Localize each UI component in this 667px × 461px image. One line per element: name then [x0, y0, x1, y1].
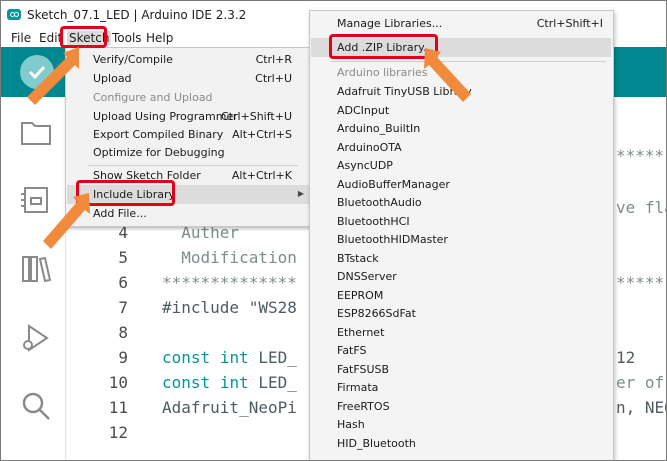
library-item[interactable]: FatFSUSB [337, 363, 389, 376]
library-item[interactable]: HID_Bluetooth [337, 437, 416, 450]
code-line-const: const int LED_ [162, 348, 297, 367]
library-item[interactable]: AsyncUDP [337, 159, 393, 172]
shortcut-label: Ctrl+Shift+I [536, 17, 603, 30]
code-fragment: ve fla [616, 198, 666, 217]
menu-manage-libraries[interactable]: Manage Libraries... [337, 17, 442, 30]
shortcut-label: Ctrl+R [255, 53, 292, 66]
code-fragment: ***** [616, 146, 665, 165]
library-item[interactable]: ADCInput [337, 104, 389, 117]
library-manager-icon[interactable] [19, 252, 53, 286]
library-item[interactable]: BluetoothHCI [337, 215, 410, 228]
pointer-arrow-icon [27, 47, 79, 105]
library-item[interactable]: BTstack [337, 252, 379, 265]
library-item[interactable]: FatFS [337, 344, 367, 357]
window-title: Sketch_07.1_LED | Arduino IDE 2.3.2 [27, 8, 247, 22]
menu-help[interactable]: Help [146, 31, 173, 45]
identifier: LED_ [248, 348, 297, 367]
library-item[interactable]: Ethernet [337, 326, 384, 339]
library-item[interactable]: ArduinoOTA [337, 141, 402, 154]
line-number: 7 [118, 298, 128, 317]
pointer-arrow-icon [424, 48, 471, 102]
code-fragment: 12 [616, 348, 636, 367]
shortcut-label: Alt+Ctrl+K [231, 169, 292, 182]
submenu-arrow-icon: ▶ [297, 189, 304, 198]
keyword-const: const [162, 373, 211, 392]
line-number: 8 [118, 323, 128, 342]
activity-sidebar [1, 97, 66, 460]
line-number: 9 [118, 348, 128, 367]
library-item[interactable]: FreeRTOS [337, 400, 390, 413]
library-item[interactable]: BluetoothHIDMaster [337, 233, 448, 246]
line-number: 11 [108, 398, 128, 417]
library-item[interactable]: DNSServer [337, 270, 397, 283]
menu-upload-programmer[interactable]: Upload Using Programmer [93, 110, 238, 123]
keyword-int: int [219, 373, 249, 392]
section-header: Arduino libraries [337, 66, 428, 79]
library-item[interactable]: BluetoothAudio [337, 196, 422, 209]
line-number: 6 [118, 273, 128, 292]
debug-icon[interactable] [19, 321, 53, 355]
shortcut-label: Ctrl+Shift+U [220, 110, 292, 123]
menu-add-file[interactable]: Add File... [93, 207, 147, 220]
library-item[interactable]: EEPROM [337, 289, 383, 302]
include-directive: #include [162, 298, 249, 317]
menu-verify-compile[interactable]: Verify/Compile [93, 53, 173, 66]
menu-upload[interactable]: Upload [93, 72, 132, 85]
menu-separator [88, 165, 298, 166]
library-item[interactable]: ESP8266SdFat [337, 307, 416, 320]
code-line-include: #include "WS28 [162, 298, 297, 317]
shortcut-label: Ctrl+U [255, 72, 292, 85]
menu-export-binary[interactable]: Export Compiled Binary [93, 128, 223, 141]
code-line-comment: Modification [162, 248, 297, 267]
include-path: "WS28 [248, 298, 297, 317]
code-fragment: ***** [616, 273, 665, 292]
shortcut-label: Alt+Ctrl+S [232, 128, 292, 141]
code-fragment: er of [616, 373, 665, 392]
library-item[interactable]: Arduino_BuiltIn [337, 122, 420, 135]
line-number: 12 [108, 423, 128, 442]
menu-tools[interactable]: Tools [112, 31, 142, 45]
code-line-const: const int LED_ [162, 373, 297, 392]
pointer-arrow-icon [43, 193, 90, 249]
arduino-app-icon [7, 9, 21, 20]
line-number: 10 [108, 373, 128, 392]
menu-configure-upload[interactable]: Configure and Upload [93, 91, 213, 104]
identifier: LED_ [248, 373, 297, 392]
search-icon[interactable] [19, 389, 53, 423]
library-item[interactable]: Firmata [337, 381, 378, 394]
keyword-const: const [162, 348, 211, 367]
arduino-ide-window: Sketch_07.1_LED | Arduino IDE 2.3.2 File… [0, 0, 667, 461]
library-item[interactable]: AudioBufferManager [337, 178, 450, 191]
menu-optimize-debugging[interactable]: Optimize for Debugging [93, 146, 225, 159]
folder-icon[interactable] [19, 115, 53, 149]
code-line-neopixel: Adafruit_NeoPi [162, 398, 297, 417]
keyword-int: int [219, 348, 249, 367]
code-line-comment: ************** [162, 273, 297, 292]
library-item[interactable]: Hash [337, 418, 365, 431]
code-fragment: n, NEO [616, 398, 666, 417]
